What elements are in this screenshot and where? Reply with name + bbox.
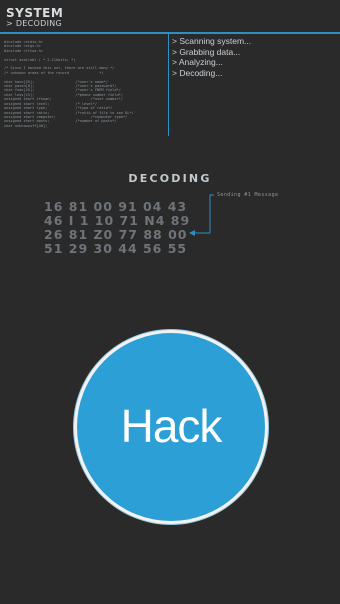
status-line: > Analyzing...: [172, 57, 223, 67]
status-line: > Decoding...: [172, 67, 223, 78]
decode-row: 46 I 1 10 71 N4 89: [44, 213, 191, 228]
decode-number-grid: 16 81 00 91 04 43 46 I 1 10 71 N4 89 26 …: [44, 200, 190, 256]
bracket-arrow-icon: [189, 194, 214, 236]
decode-row: 16 81 00 91 04 43: [44, 199, 188, 214]
decode-row: 51 29 30 44 56 55: [44, 241, 188, 256]
panel-divider: [168, 34, 169, 136]
status-list: > Scanning system... > Grabbing data... …: [172, 36, 251, 78]
status-line: > Scanning system...: [172, 36, 252, 46]
app-header: SYSTEM > DECODING: [0, 0, 340, 34]
status-line: > Grabbing data...: [172, 46, 241, 57]
code-panel: #include <stdio.h> #include <stgs.h> #incl…: [4, 40, 166, 148]
code-line: char unknownuff[40];: [4, 123, 48, 128]
hack-button-label: Hack: [120, 400, 223, 452]
app-title: SYSTEM: [6, 6, 64, 20]
decoding-title: DECODING: [128, 172, 212, 185]
bracket-label: Sending #1 Message: [217, 192, 279, 198]
app-subtitle: > DECODING: [6, 19, 63, 28]
decode-row: 26 81 Z0 77 88 00: [44, 227, 188, 242]
hack-button[interactable]: Hack: [74, 330, 268, 524]
header-divider: [0, 32, 340, 34]
